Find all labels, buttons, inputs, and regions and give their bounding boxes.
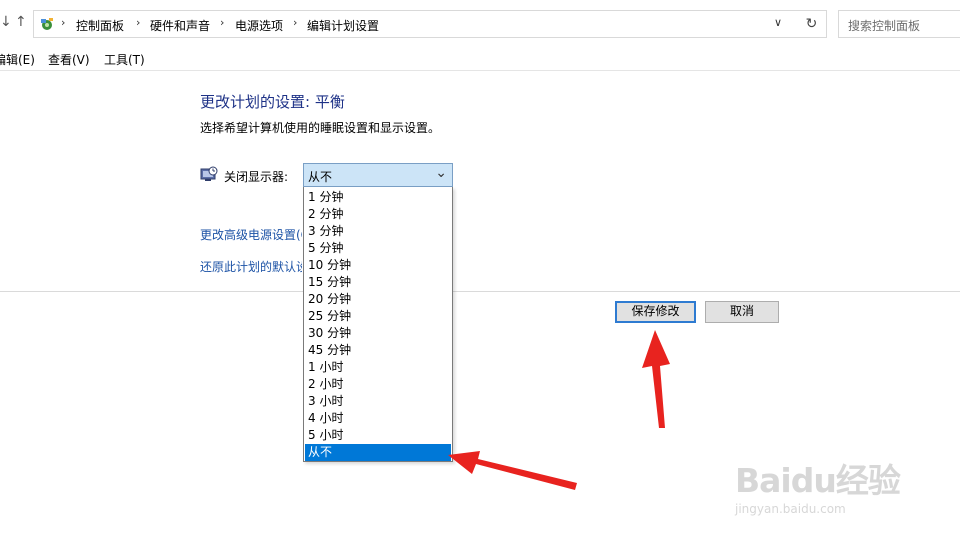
- annotation-arrow-to-option: [448, 451, 577, 490]
- dropdown-option[interactable]: 45 分钟: [305, 342, 451, 359]
- monitor-clock-icon: [200, 166, 218, 181]
- refresh-icon: ↻: [805, 16, 818, 32]
- dropdown-option[interactable]: 3 分钟: [305, 223, 451, 240]
- annotation-arrow-to-save: [642, 330, 670, 428]
- breadcrumb-power-options[interactable]: 电源选项: [235, 17, 283, 34]
- display-off-select[interactable]: 从不 ⌄: [303, 163, 453, 187]
- save-changes-button[interactable]: 保存修改: [615, 301, 696, 323]
- dropdown-option-selected[interactable]: 从不: [305, 444, 451, 461]
- advanced-power-settings-link[interactable]: 更改高级电源设置(C: [200, 226, 302, 243]
- dropdown-option[interactable]: 3 小时: [305, 393, 451, 410]
- breadcrumb-separator-icon: ›: [61, 16, 66, 29]
- dropdown-option[interactable]: 10 分钟: [305, 257, 451, 274]
- cancel-button[interactable]: 取消: [705, 301, 779, 323]
- control-panel-icon: [41, 18, 53, 30]
- dropdown-option[interactable]: 1 小时: [305, 359, 451, 376]
- breadcrumb-edit-plan[interactable]: 编辑计划设置: [307, 17, 379, 34]
- address-bar: ↓ ↑ › 控制面板 › 硬件和声音 › 电源选项 › 编辑计划设置 ∨ ↻ 搜…: [0, 0, 960, 46]
- dropdown-option[interactable]: 15 分钟: [305, 274, 451, 291]
- dropdown-option[interactable]: 30 分钟: [305, 325, 451, 342]
- restore-defaults-link[interactable]: 还原此计划的默认设: [200, 258, 302, 275]
- breadcrumb-separator-icon: ›: [293, 16, 298, 29]
- breadcrumb-separator-icon: ›: [136, 16, 141, 29]
- dropdown-option[interactable]: 1 分钟: [305, 189, 451, 206]
- dropdown-option[interactable]: 5 小时: [305, 427, 451, 444]
- dropdown-option[interactable]: 2 小时: [305, 376, 451, 393]
- menu-tools[interactable]: 工具(T): [104, 51, 145, 68]
- search-input[interactable]: 搜索控制面板: [838, 10, 960, 38]
- dropdown-option[interactable]: 5 分钟: [305, 240, 451, 257]
- breadcrumb-hardware-sound[interactable]: 硬件和声音: [150, 17, 210, 34]
- dropdown-option[interactable]: 4 小时: [305, 410, 451, 427]
- refresh-button[interactable]: ↻: [797, 10, 827, 38]
- menu-view[interactable]: 查看(V): [48, 51, 90, 68]
- divider: [0, 291, 960, 292]
- display-off-dropdown-list: 1 分钟 2 分钟 3 分钟 5 分钟 10 分钟 15 分钟 20 分钟 25…: [303, 187, 453, 462]
- address-box[interactable]: › 控制面板 › 硬件和声音 › 电源选项 › 编辑计划设置 ∨: [33, 10, 827, 38]
- up-arrow-icon[interactable]: ↑: [15, 14, 27, 30]
- dropdown-option[interactable]: 20 分钟: [305, 291, 451, 308]
- menu-bar: 编辑(E) 查看(V) 工具(T): [0, 46, 960, 71]
- menu-edit[interactable]: 编辑(E): [0, 51, 35, 68]
- dropdown-option[interactable]: 2 分钟: [305, 206, 451, 223]
- dropdown-option[interactable]: 25 分钟: [305, 308, 451, 325]
- page-title: 更改计划的设置: 平衡: [200, 93, 345, 111]
- watermark-brand: Baidu经验: [735, 461, 901, 500]
- chevron-down-icon[interactable]: ∨: [774, 16, 782, 29]
- breadcrumb-separator-icon: ›: [220, 16, 225, 29]
- watermark-url: jingyan.baidu.com: [735, 502, 846, 516]
- breadcrumb-control-panel[interactable]: 控制面板: [76, 17, 124, 34]
- chevron-down-icon: ⌄: [435, 165, 447, 181]
- baidu-watermark: Baidu经验 jingyan.baidu.com: [735, 436, 925, 526]
- display-off-label: 关闭显示器:: [224, 170, 289, 184]
- back-arrow-icon[interactable]: ↓: [0, 14, 12, 30]
- page-description: 选择希望计算机使用的睡眠设置和显示设置。: [200, 121, 441, 135]
- display-off-select-value: 从不: [308, 170, 333, 184]
